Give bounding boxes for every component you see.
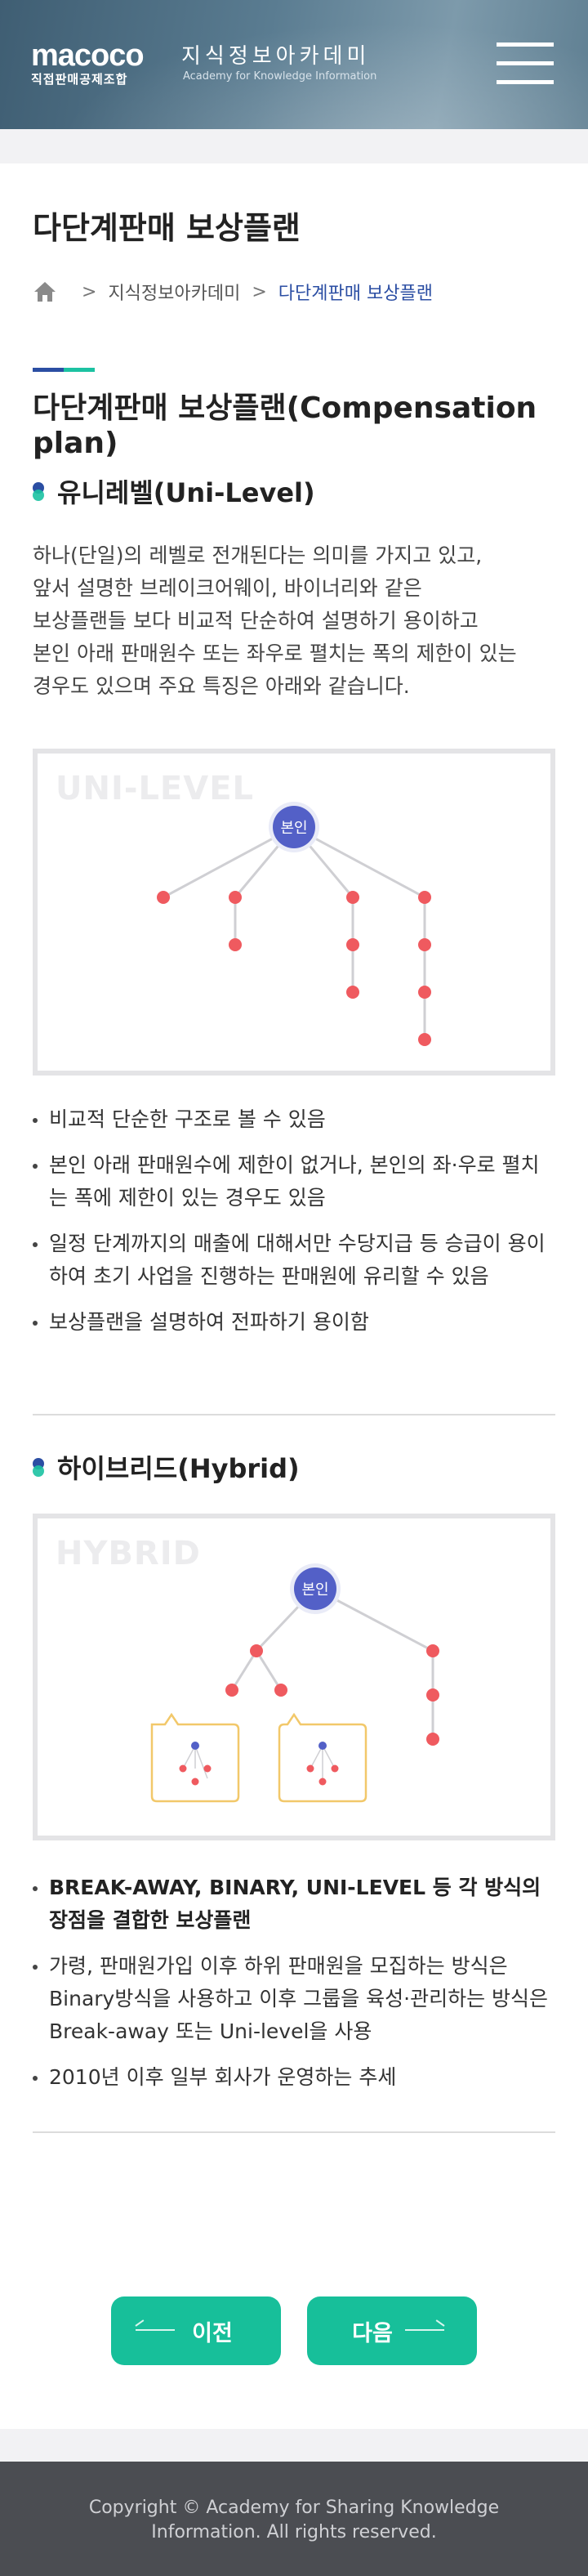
list-item: 2010년 이후 일부 회사가 운영하는 추세 <box>33 2061 555 2094</box>
list-item: 일정 단계까지의 매출에 대해서만 수당지급 등 승급이 용이하여 초기 사업을… <box>33 1228 555 1293</box>
hybrid-heading: 하이브리드(Hybrid) <box>33 1448 300 1486</box>
member-node <box>418 891 431 904</box>
prev-button-label: 이전 <box>192 2320 233 2346</box>
list-item: 가령, 판매원가입 이후 하위 판매원을 모집하는 방식은 Binary방식을 … <box>33 1950 555 2048</box>
macoco-logo[interactable]: macoco 직접판매공제조합 <box>31 39 172 88</box>
header-band <box>0 129 588 163</box>
hamburger-icon[interactable] <box>497 42 554 85</box>
prev-button[interactable]: 이전 <box>111 2296 281 2365</box>
list-item: BREAK-AWAY, BINARY, UNI-LEVEL 등 각 방식의 장점… <box>33 1872 555 1937</box>
section-divider <box>33 2131 555 2133</box>
sub-group-callouts <box>150 1712 368 1803</box>
hybrid-tree: 본인 <box>150 1563 439 1803</box>
site-footer: Copyright © Academy for Sharing Knowledg… <box>0 2462 588 2576</box>
list-item: 본인 아래 판매원수에 제한이 없거나, 본인의 좌·우로 펼치는 폭에 제한이… <box>33 1149 555 1214</box>
mini-root-node <box>318 1742 327 1750</box>
member-node <box>346 938 359 951</box>
breadcrumb-item-current: 다단계판매 보상플랜 <box>278 284 433 304</box>
section-divider <box>33 1414 555 1415</box>
paragraph-line: 보상플랜들 보다 비교적 단순하여 설명하기 용이하고 <box>33 609 479 633</box>
mini-root-node <box>191 1742 199 1750</box>
page-title: 다단계판매 보상플랜 <box>33 210 301 246</box>
member-node <box>229 891 242 904</box>
title-accent-bar <box>33 368 95 372</box>
member-node <box>418 938 431 951</box>
member-node <box>346 891 359 904</box>
next-button-label: 다음 <box>352 2320 393 2346</box>
member-nodes <box>157 891 431 1046</box>
list-item: 보상플랜을 설명하여 전파하기 용이함 <box>33 1306 555 1339</box>
next-button[interactable]: 다음 <box>307 2296 477 2365</box>
copyright-text: Copyright © Academy for Sharing Knowledg… <box>88 2498 500 2542</box>
unilevel-heading: 유니레벨(Uni-Level) <box>33 472 315 510</box>
member-node <box>426 1733 439 1746</box>
site-header: macoco 직접판매공제조합 지식정보아카데미 Academy for Kno… <box>0 0 588 129</box>
bullet-dot-icon <box>33 482 44 501</box>
member-node <box>418 986 431 999</box>
footer-band <box>0 2429 588 2462</box>
unilevel-description: 하나(단일)의 레벨로 전개된다는 의미를 가지고 있고, 앞서 설명한 브레이… <box>33 539 555 703</box>
member-node <box>225 1684 238 1697</box>
brand-subtitle: Academy for Knowledge Information <box>183 70 377 83</box>
member-node <box>250 1644 263 1657</box>
breadcrumb-item-academy[interactable]: 지식정보아카데미 <box>108 279 240 305</box>
paragraph-line: 본인 아래 판매원수 또는 좌우로 펼치는 폭의 제한이 있는 <box>33 642 517 665</box>
root-node-label: 본인 <box>301 1581 328 1599</box>
breadcrumb: > 지식정보아카데미 > 다단계판매 보상플랜 <box>33 278 433 306</box>
hybrid-diagram: HYBRID 본인 <box>33 1514 555 1840</box>
chevron-right-icon: > <box>82 281 97 302</box>
bullet-dot-icon <box>33 1458 44 1477</box>
paragraph-line: 경우도 있으며 주요 특징은 아래와 같습니다. <box>33 674 410 698</box>
unilevel-features: 비교적 단순한 구조로 볼 수 있음 본인 아래 판매원수에 제한이 없거나, … <box>33 1103 555 1352</box>
unilevel-diagram: UNI-LEVEL 본인 <box>33 749 555 1076</box>
member-node <box>157 891 170 904</box>
unilevel-tree: 본인 <box>157 802 431 1046</box>
logo-wordmark: macoco <box>31 38 145 73</box>
unilevel-heading-text: 유니레벨(Uni-Level) <box>57 477 315 508</box>
member-node <box>346 986 359 999</box>
member-node <box>418 1033 431 1046</box>
member-node <box>229 938 242 951</box>
paragraph-line: 하나(단일)의 레벨로 전개된다는 의미를 가지고 있고, <box>33 543 483 567</box>
chevron-right-icon: > <box>252 281 267 302</box>
brand-title: 지식정보아카데미 <box>181 44 371 69</box>
logo-subtitle: 직접판매공제조합 <box>31 72 128 87</box>
paragraph-line: 앞서 설명한 브레이크어웨이, 바이너리와 같은 <box>33 576 422 600</box>
root-node-label: 본인 <box>280 820 307 837</box>
hybrid-features: BREAK-AWAY, BINARY, UNI-LEVEL 등 각 방식의 장점… <box>33 1872 555 2107</box>
member-node <box>426 1644 439 1657</box>
arrow-right-icon <box>405 2329 444 2331</box>
section-title: 다단계판매 보상플랜(Compensation plan) <box>33 391 537 460</box>
home-icon[interactable] <box>33 280 57 303</box>
list-item: 비교적 단순한 구조로 볼 수 있음 <box>33 1103 555 1136</box>
hybrid-heading-text: 하이브리드(Hybrid) <box>57 1453 300 1484</box>
arrow-left-icon <box>136 2329 175 2331</box>
member-node <box>426 1688 439 1702</box>
member-node <box>274 1684 287 1697</box>
